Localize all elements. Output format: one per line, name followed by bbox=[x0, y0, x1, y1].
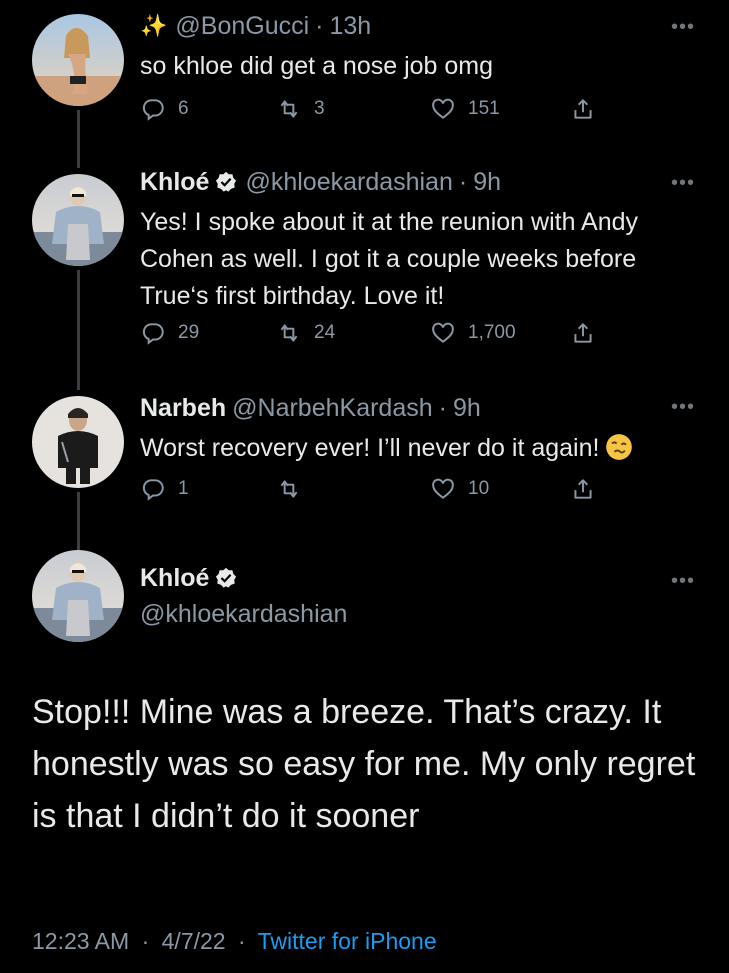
tweet-header: Khloé bbox=[140, 562, 689, 594]
reply-count: 6 bbox=[178, 98, 189, 119]
like-button[interactable]: 1,700 bbox=[430, 320, 516, 346]
author-handle[interactable]: @khloekardashian bbox=[245, 166, 452, 198]
reply-button[interactable]: 6 bbox=[140, 96, 189, 122]
tweet-text: Yes! I spoke about it at the reunion wit… bbox=[140, 208, 639, 310]
tweet-text: Worst recovery ever! I’ll never do it ag… bbox=[140, 434, 600, 462]
reply-count: 29 bbox=[178, 322, 200, 343]
like-count: 151 bbox=[468, 98, 500, 119]
more-icon[interactable]: ••• bbox=[671, 16, 695, 39]
tweet-time[interactable]: 9h bbox=[473, 166, 501, 198]
woozy-face-emoji bbox=[606, 434, 633, 460]
tweet-actions: 6 3 151 bbox=[140, 96, 610, 126]
retweet-icon bbox=[280, 480, 298, 498]
tweet-header: ✨ @BonGucci · 13h bbox=[140, 10, 689, 42]
tweet-source-link[interactable]: Twitter for iPhone bbox=[258, 928, 437, 954]
author-handle[interactable]: @BonGucci bbox=[175, 10, 309, 42]
separator: · bbox=[141, 928, 150, 954]
separator: · bbox=[458, 168, 468, 196]
tweet-time[interactable]: 9h bbox=[453, 392, 481, 424]
reply-icon bbox=[142, 479, 164, 501]
separator: · bbox=[315, 12, 324, 40]
thread-line bbox=[77, 110, 80, 168]
like-count: 10 bbox=[468, 478, 490, 499]
like-count: 1,700 bbox=[468, 322, 516, 343]
verified-badge-icon bbox=[216, 567, 237, 588]
like-icon bbox=[432, 322, 454, 343]
retweet-button[interactable]: 24 bbox=[276, 320, 335, 346]
share-button[interactable] bbox=[570, 476, 596, 502]
avatar[interactable] bbox=[32, 396, 124, 488]
sparkle-icon: ✨ bbox=[140, 13, 168, 38]
author-handle[interactable]: @khloekardashian bbox=[140, 598, 347, 630]
share-icon bbox=[574, 99, 592, 119]
retweet-button[interactable]: 3 bbox=[276, 96, 325, 122]
like-button[interactable]: 10 bbox=[430, 476, 489, 502]
avatar-image bbox=[32, 14, 124, 106]
avatar[interactable] bbox=[32, 14, 124, 106]
share-button[interactable] bbox=[570, 96, 596, 122]
reply-count: 1 bbox=[178, 478, 189, 499]
tweet-actions: 29 24 1,700 bbox=[140, 320, 610, 350]
tweet-header: @khloekardashian bbox=[140, 598, 689, 630]
reply-icon bbox=[142, 323, 164, 345]
retweet-icon bbox=[280, 100, 298, 118]
retweet-icon bbox=[280, 324, 298, 342]
tweet-header: Khloé @khloekardashian · 9h bbox=[140, 166, 689, 198]
reply-icon bbox=[142, 99, 164, 121]
verified-badge-icon bbox=[216, 171, 237, 192]
tweet-date[interactable]: 4/7/22 bbox=[162, 928, 226, 954]
author-name[interactable]: Khloé bbox=[140, 166, 209, 198]
tweet-time[interactable]: 12:23 AM bbox=[32, 928, 129, 954]
like-icon bbox=[432, 98, 454, 119]
avatar[interactable] bbox=[32, 174, 124, 266]
more-icon[interactable]: ••• bbox=[671, 396, 695, 419]
like-button[interactable]: 151 bbox=[430, 96, 500, 122]
tweet-text: so khloe did get a nose job omg bbox=[140, 52, 494, 80]
tweet-metadata: 12:23 AM · 4/7/22 · Twitter for iPhone bbox=[32, 928, 437, 955]
reply-button[interactable]: 1 bbox=[140, 476, 189, 502]
thread-line bbox=[77, 492, 80, 554]
share-icon bbox=[574, 323, 592, 343]
separator: · bbox=[237, 928, 246, 954]
like-icon bbox=[432, 478, 454, 499]
author-handle[interactable]: @NarbehKardash bbox=[232, 392, 433, 424]
retweet-button[interactable] bbox=[276, 476, 314, 502]
share-icon bbox=[574, 479, 592, 499]
avatar-image bbox=[32, 174, 124, 266]
separator: · bbox=[438, 394, 447, 422]
tweet-text-row: Worst recovery ever! I’ll never do it ag… bbox=[140, 430, 689, 467]
tweet-actions: 1 10 bbox=[140, 476, 610, 506]
tweet-time[interactable]: 13h bbox=[330, 10, 372, 42]
more-icon[interactable]: ••• bbox=[671, 172, 695, 195]
thread-line bbox=[77, 270, 80, 390]
avatar[interactable] bbox=[32, 550, 124, 642]
retweet-count: 24 bbox=[314, 322, 336, 343]
more-icon[interactable]: ••• bbox=[671, 570, 695, 593]
tweet-header: Narbeh @NarbehKardash · 9h bbox=[140, 392, 689, 424]
main-tweet-text: Stop!!! Mine was a breeze. That’s crazy.… bbox=[32, 693, 696, 835]
reply-button[interactable]: 29 bbox=[140, 320, 199, 346]
author-name[interactable]: Khloé bbox=[140, 562, 209, 594]
avatar-image bbox=[32, 396, 124, 488]
avatar-image bbox=[32, 550, 124, 642]
author-name[interactable]: Narbeh bbox=[140, 392, 226, 424]
retweet-count: 3 bbox=[314, 98, 325, 119]
share-button[interactable] bbox=[570, 320, 596, 346]
